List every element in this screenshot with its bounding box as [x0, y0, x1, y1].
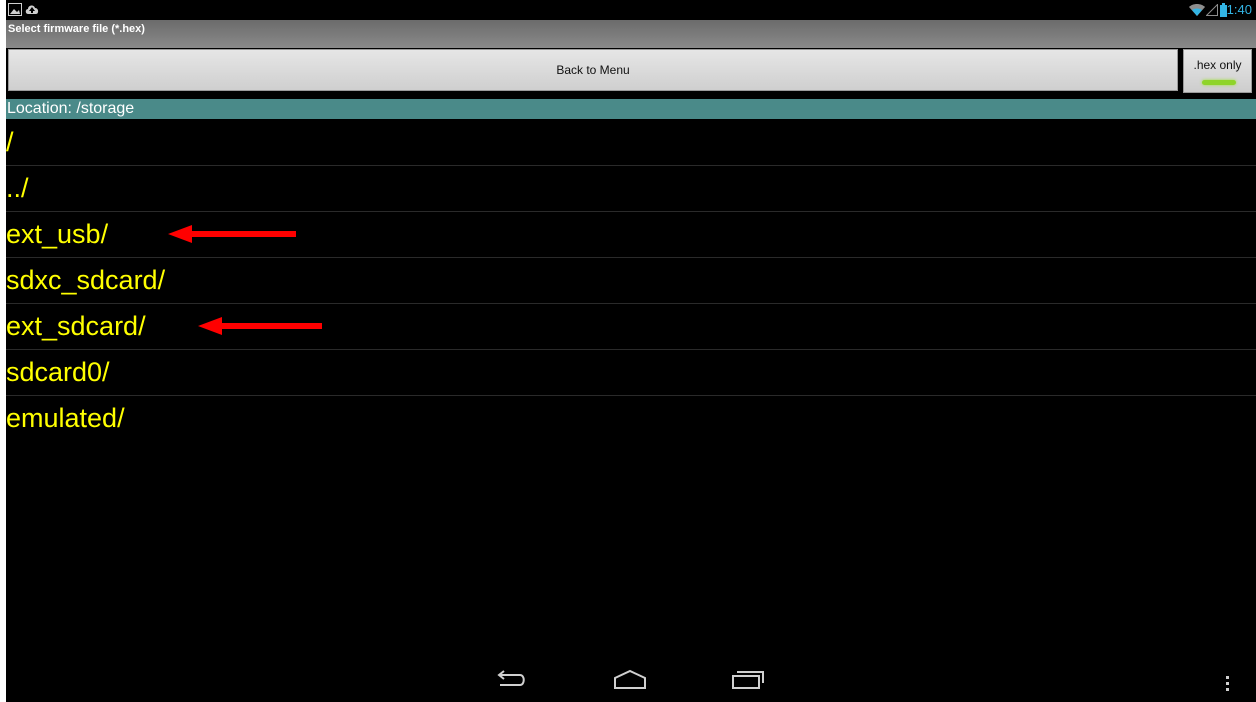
back-icon[interactable] — [494, 668, 528, 692]
file-item-label: / — [6, 127, 14, 157]
file-item-ext-sdcard[interactable]: ext_sdcard/ — [6, 304, 1256, 350]
location-label: Location: /storage — [7, 100, 135, 117]
page-title: Select firmware file (*.hex) — [8, 23, 145, 35]
location-bar: Location: /storage — [6, 99, 1256, 119]
file-item-sdcard0[interactable]: sdcard0/ — [6, 350, 1256, 396]
file-item-sdxc-sdcard[interactable]: sdxc_sdcard/ — [6, 258, 1256, 304]
overflow-menu-icon[interactable] — [1225, 676, 1231, 692]
file-item-root[interactable]: / — [6, 120, 1256, 166]
file-item-label: emulated/ — [6, 403, 125, 433]
file-item-label: sdxc_sdcard/ — [6, 265, 166, 295]
clock: 11:40 — [1220, 2, 1252, 17]
back-to-menu-label: Back to Menu — [556, 63, 630, 77]
file-item-ext-usb[interactable]: ext_usb/ — [6, 212, 1256, 258]
title-bar: Select firmware file (*.hex) — [6, 20, 1256, 48]
file-item-emulated[interactable]: emulated/ — [6, 396, 1256, 441]
file-item-label: ../ — [6, 173, 29, 203]
toggle-indicator — [1202, 80, 1236, 85]
back-to-menu-button[interactable]: Back to Menu — [8, 49, 1178, 91]
file-list: / ../ ext_usb/ sdxc_sdcard/ ext_sdcard/ … — [6, 120, 1256, 441]
file-item-parent[interactable]: ../ — [6, 166, 1256, 212]
cloud-upload-icon — [25, 5, 39, 14]
device-screen: 11:40 Select firmware file (*.hex) Back … — [6, 0, 1256, 702]
file-item-label: ext_usb/ — [6, 219, 109, 249]
file-item-label: ext_sdcard/ — [6, 311, 146, 341]
red-arrow-annotation — [198, 317, 322, 335]
status-bar: 11:40 — [6, 0, 1256, 20]
hex-only-label: .hex only — [1193, 58, 1242, 72]
red-arrow-annotation — [168, 225, 296, 243]
signal-icon — [1206, 4, 1218, 16]
gallery-icon — [8, 3, 22, 16]
home-icon[interactable] — [612, 668, 648, 692]
file-item-label: sdcard0/ — [6, 357, 110, 387]
wifi-icon — [1189, 4, 1205, 16]
recents-icon[interactable] — [730, 668, 766, 692]
hex-only-toggle[interactable]: .hex only — [1183, 49, 1252, 93]
